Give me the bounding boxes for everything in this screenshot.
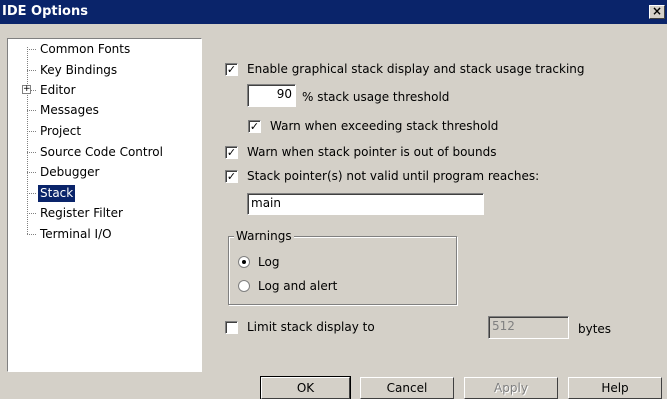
ok-button[interactable]: OK (260, 376, 351, 399)
help-button[interactable]: Help (568, 377, 662, 399)
tree-item-register-filter[interactable]: Register Filter (8, 205, 198, 222)
options-tree[interactable]: Common Fonts Key Bindings + Editor Messa… (7, 38, 202, 372)
limit-display-label: Limit stack display to (247, 320, 375, 334)
tree-item-source-code-control[interactable]: Source Code Control (8, 144, 198, 161)
enable-graphical-label: Enable graphical stack display and stack… (247, 62, 585, 76)
tree-item-label: Key Bindings (40, 63, 118, 77)
limit-display-unit: bytes (578, 322, 612, 336)
warnings-group (228, 236, 457, 305)
apply-button[interactable]: Apply (464, 377, 558, 399)
check-icon: ✓ (226, 63, 237, 76)
check-icon: ✓ (249, 120, 260, 133)
warn-out-of-bounds-checkbox[interactable]: ✓ (225, 146, 238, 159)
radio-selected-icon (242, 260, 246, 264)
cancel-button[interactable]: Cancel (360, 377, 454, 399)
tree-item-terminal-io[interactable]: Terminal I/O (8, 226, 198, 243)
tree-item-label: Common Fonts (40, 42, 131, 56)
limit-display-input[interactable]: 512 (488, 316, 569, 339)
warn-exceeding-checkbox[interactable]: ✓ (248, 120, 261, 133)
warn-out-of-bounds-label: Warn when stack pointer is out of bounds (247, 145, 497, 159)
warnings-group-title: Warnings (234, 229, 294, 243)
close-button[interactable]: × (649, 5, 665, 19)
tree-item-label: Project (40, 124, 82, 138)
warnings-log-label: Log (258, 255, 280, 269)
tree-item-label: Register Filter (40, 206, 123, 220)
warnings-log-alert-radio[interactable] (238, 280, 250, 292)
tree-item-label: Terminal I/O (40, 227, 112, 241)
tree-item-stack[interactable]: Stack (8, 185, 198, 202)
tree-item-editor[interactable]: + Editor (8, 82, 198, 99)
close-icon: × (651, 4, 663, 18)
tree-item-messages[interactable]: Messages (8, 102, 198, 119)
limit-display-checkbox[interactable] (225, 321, 238, 334)
check-icon: ✓ (226, 146, 237, 159)
check-icon: ✓ (226, 170, 237, 183)
warn-exceeding-label: Warn when exceeding stack threshold (270, 119, 499, 133)
enable-graphical-checkbox[interactable]: ✓ (225, 63, 238, 76)
program-point-input[interactable]: main (247, 193, 484, 215)
tree-item-label: Debugger (40, 165, 100, 179)
tree-item-project[interactable]: Project (8, 123, 198, 140)
tree-item-key-bindings[interactable]: Key Bindings (8, 62, 198, 79)
threshold-label: % stack usage threshold (302, 90, 450, 104)
tree-item-label: Editor (40, 83, 76, 97)
warnings-log-alert-label: Log and alert (258, 279, 338, 293)
tree-item-common-fonts[interactable]: Common Fonts (8, 41, 198, 58)
tree-item-label: Source Code Control (40, 145, 163, 159)
tree-item-debugger[interactable]: Debugger (8, 164, 198, 181)
tree-item-label: Messages (40, 103, 99, 117)
warnings-log-radio[interactable] (238, 256, 250, 268)
window-title: IDE Options (2, 4, 88, 19)
tree-item-label: Stack (38, 185, 76, 202)
threshold-input[interactable]: 90 (247, 84, 296, 107)
not-valid-until-checkbox[interactable]: ✓ (225, 170, 238, 183)
expand-icon[interactable]: + (22, 85, 31, 94)
not-valid-until-label: Stack pointer(s) not valid until program… (247, 169, 540, 183)
title-bar: IDE Options × (0, 0, 667, 24)
